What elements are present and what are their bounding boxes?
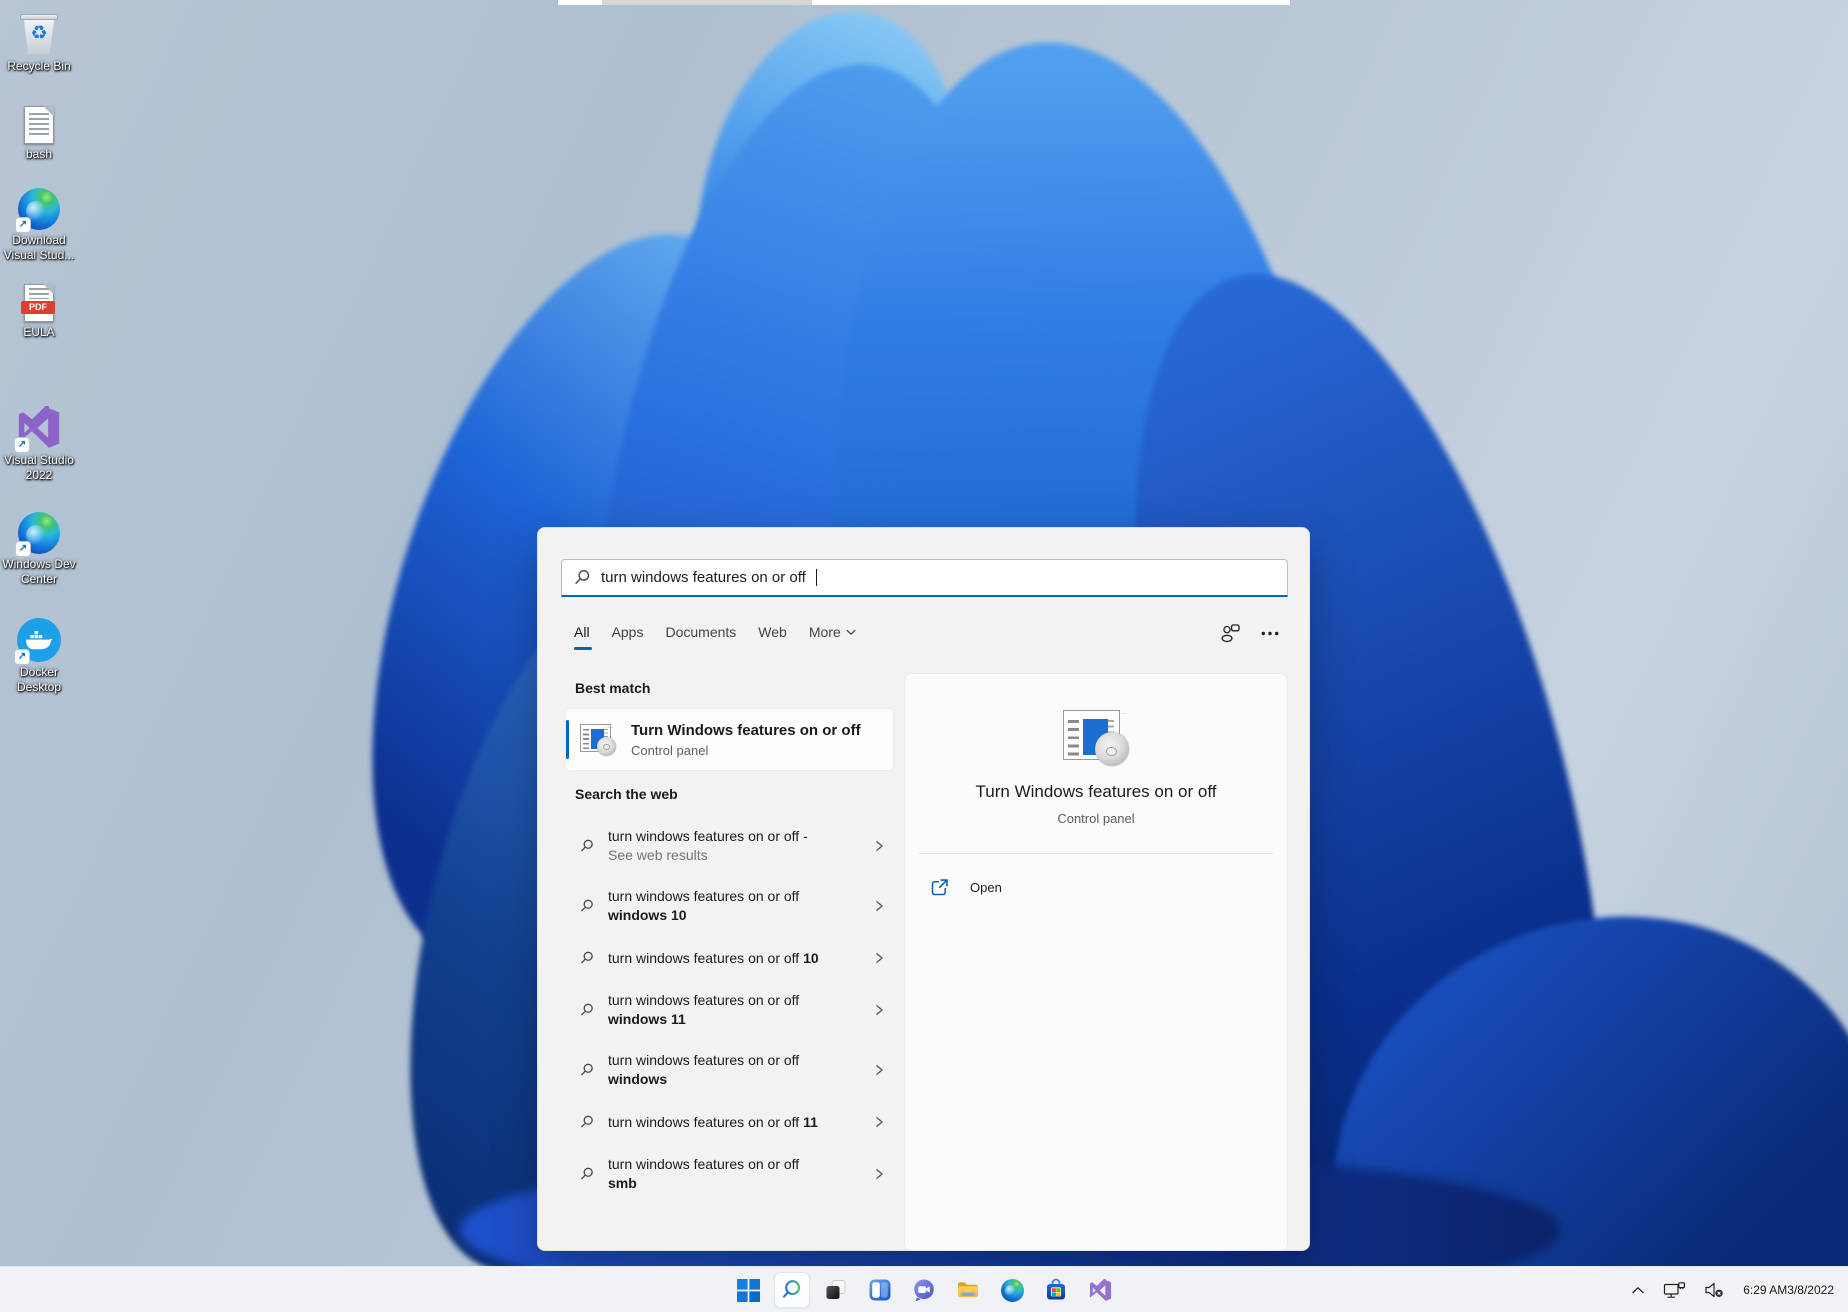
desktop-icon-recycle-bin[interactable]: ♻ Recycle Bin — [2, 10, 76, 74]
more-options-icon[interactable] — [1261, 631, 1279, 636]
open-action[interactable]: Open — [919, 867, 1273, 907]
taskbar-start-button[interactable] — [730, 1272, 766, 1308]
search-icon — [580, 1003, 594, 1017]
selection-accent-bar — [566, 720, 569, 759]
chevron-right-icon — [873, 1064, 885, 1076]
desktop-icon-label: DownloadVisual Stud... — [4, 233, 75, 263]
file-explorer-icon — [956, 1278, 980, 1302]
taskbar-task-view-button[interactable] — [818, 1272, 854, 1308]
store-icon — [1044, 1278, 1068, 1302]
chevron-right-icon — [873, 952, 885, 964]
search-icon — [580, 1167, 594, 1181]
open-label: Open — [970, 880, 1002, 895]
background-window-edge — [558, 0, 1290, 5]
preview-subtitle: Control panel — [905, 811, 1287, 826]
taskbar-chat-button[interactable] — [906, 1272, 942, 1308]
edge-icon — [1001, 1279, 1024, 1302]
visual-studio-icon — [1089, 1279, 1112, 1302]
tray-volume-button[interactable] — [1697, 1272, 1731, 1308]
desktop-icon-visual-studio-2022[interactable]: ↗ Visual Studio2022 — [2, 404, 76, 483]
best-match-title: Turn Windows features on or off — [631, 721, 861, 740]
tray-show-hidden-icons-button[interactable] — [1624, 1272, 1652, 1308]
desktop-icon-label: EULA — [23, 325, 54, 340]
taskbar-store-button[interactable] — [1038, 1272, 1074, 1308]
desktop-icon-eula[interactable]: PDF EULA — [2, 276, 76, 340]
taskbar-file-explorer-button[interactable] — [950, 1272, 986, 1308]
divider — [919, 853, 1273, 854]
search-icon — [580, 839, 594, 853]
docker-icon: ↗ — [17, 616, 61, 662]
tray-network-button[interactable] — [1656, 1272, 1693, 1308]
chevron-right-icon — [873, 1168, 885, 1180]
web-suggestion[interactable]: turn windows features on or off 10 — [566, 938, 893, 978]
best-match-result[interactable]: ... Turn Windows features on or off Cont… — [566, 709, 893, 770]
edge-shortcut-icon: ↗ — [18, 508, 60, 554]
taskbar-widgets-button[interactable] — [862, 1272, 898, 1308]
desktop-icon-download-visual-studio[interactable]: ↗ DownloadVisual Stud... — [2, 184, 76, 263]
search-icon — [580, 899, 594, 913]
best-match-subtitle: Control panel — [631, 742, 861, 759]
taskbar-search-button[interactable] — [774, 1272, 810, 1308]
web-suggestion[interactable]: turn windows features on or offsmb — [566, 1146, 893, 1202]
search-icon — [580, 1115, 594, 1129]
clock-time: 6:29 AM — [1743, 1283, 1787, 1298]
edge-shortcut-icon: ↗ — [18, 184, 60, 230]
desktop-icon-windows-dev-center[interactable]: ↗ Windows DevCenter — [2, 508, 76, 587]
shortcut-arrow-icon: ↗ — [15, 438, 29, 452]
result-preview-pane: ... Turn Windows features on or off Cont… — [904, 673, 1288, 1251]
preview-title: Turn Windows features on or off — [905, 782, 1287, 802]
task-view-icon — [824, 1278, 848, 1302]
shortcut-arrow-icon: ↗ — [15, 650, 29, 664]
web-suggestion[interactable]: turn windows features on or offwindows 1… — [566, 982, 893, 1038]
open-external-icon — [931, 879, 948, 896]
widgets-icon — [868, 1278, 892, 1302]
chevron-right-icon — [873, 1004, 885, 1016]
search-icon — [780, 1278, 804, 1302]
chat-icon — [912, 1278, 936, 1302]
desktop-icon-bash[interactable]: bash — [2, 98, 76, 162]
search-the-web-heading: Search the web — [575, 786, 678, 802]
desktop-icon-docker-desktop[interactable]: ↗ DockerDesktop — [2, 616, 76, 695]
taskbar-visual-studio-button[interactable] — [1082, 1272, 1118, 1308]
taskbar-edge-button[interactable] — [994, 1272, 1030, 1308]
windows-features-icon: ... — [1063, 710, 1129, 766]
desktop-icon-label: DockerDesktop — [17, 665, 61, 695]
desktop-icon-label: Visual Studio2022 — [4, 453, 74, 483]
chevron-right-icon — [873, 840, 885, 852]
windows-features-icon: ... — [580, 724, 616, 756]
account-icon[interactable] — [1219, 624, 1241, 643]
shortcut-arrow-icon: ↗ — [16, 218, 30, 232]
web-suggestion[interactable]: turn windows features on or offwindows — [566, 1042, 893, 1098]
web-suggestions: turn windows features on or off -See web… — [566, 818, 893, 1202]
network-ethernet-icon — [1663, 1282, 1686, 1299]
search-flyout-panel: turn windows features on or off All Apps… — [537, 527, 1310, 1251]
best-match-heading: Best match — [575, 680, 650, 696]
search-icon — [580, 951, 594, 965]
pdf-badge: PDF — [21, 301, 55, 314]
taskbar: 6:29 AM 3/8/2022 — [0, 1266, 1848, 1312]
shortcut-arrow-icon: ↗ — [16, 542, 30, 556]
visual-studio-icon: ↗ — [17, 404, 61, 450]
volume-muted-icon — [1704, 1282, 1724, 1298]
chevron-up-icon — [1631, 1286, 1645, 1294]
pdf-document-icon: PDF — [24, 276, 54, 322]
web-suggestion[interactable]: turn windows features on or off -See web… — [566, 818, 893, 874]
recycle-bin-icon: ♻ — [19, 10, 59, 56]
desktop-icon-label: Windows DevCenter — [2, 557, 75, 587]
start-icon — [737, 1279, 760, 1302]
chevron-right-icon — [873, 1116, 885, 1128]
desktop-icon-label: Recycle Bin — [7, 59, 70, 74]
web-suggestion[interactable]: turn windows features on or off 11 — [566, 1102, 893, 1142]
desktop-icon-label: bash — [26, 147, 52, 162]
clock-date: 3/8/2022 — [1787, 1283, 1834, 1298]
text-document-icon — [24, 98, 54, 144]
tray-clock[interactable]: 6:29 AM 3/8/2022 — [1735, 1272, 1842, 1308]
web-suggestion[interactable]: turn windows features on or offwindows 1… — [566, 878, 893, 934]
chevron-right-icon — [873, 900, 885, 912]
search-results-column: Best match ... Turn Windows features on … — [561, 528, 893, 1250]
search-icon — [580, 1063, 594, 1077]
